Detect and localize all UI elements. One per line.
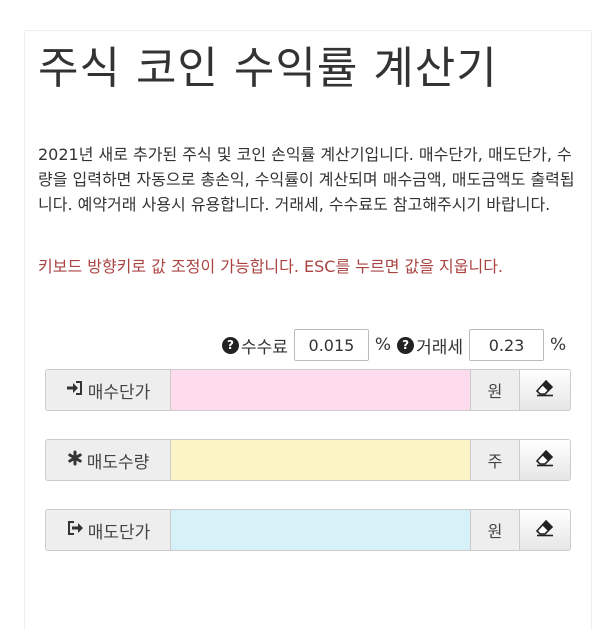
sell-quantity-input[interactable]	[170, 439, 471, 481]
sell-price-row: 매도단가 원	[45, 509, 571, 551]
page-title: 주식 코인 수익률 계산기	[38, 43, 498, 94]
question-circle-icon[interactable]: ?	[397, 336, 415, 354]
eraser-icon	[535, 379, 554, 401]
buy-price-addon: 매수단가	[45, 369, 170, 411]
sell-price-clear-button[interactable]	[520, 509, 571, 551]
sell-quantity-label: 매도수량	[86, 452, 150, 473]
page-description: 2021년 새로 추가된 주식 및 코인 손익률 계산기입니다. 매수단가, 매…	[38, 145, 575, 214]
sign-out-icon	[66, 520, 84, 540]
sell-price-input[interactable]	[170, 509, 471, 551]
eraser-icon	[535, 449, 554, 471]
sell-price-addon: 매도단가	[45, 509, 170, 551]
question-circle-icon[interactable]: ?	[222, 336, 239, 354]
tax-label: 거래세	[416, 337, 463, 358]
sell-price-unit: 원	[471, 509, 520, 551]
buy-price-label: 매수단가	[87, 382, 151, 403]
sell-quantity-addon: 매도수량	[45, 439, 170, 481]
buy-price-row: 매수단가 원	[45, 369, 571, 411]
commission-unit: %	[374, 335, 392, 355]
asterisk-icon	[67, 450, 83, 470]
fee-settings: ? 수수료 % ? 거래세 %	[222, 328, 572, 362]
sell-quantity-clear-button[interactable]	[520, 439, 571, 481]
sell-quantity-row: 매도수량 주	[45, 439, 571, 481]
commission-input[interactable]	[293, 329, 369, 361]
buy-price-unit: 원	[471, 369, 520, 411]
buy-price-clear-button[interactable]	[520, 369, 571, 411]
sell-price-label: 매도단가	[87, 522, 151, 543]
tax-input[interactable]	[469, 329, 544, 361]
keyboard-hint: 키보드 방향키로 값 조정이 가능합니다. ESC를 누르면 값을 지웁니다.	[38, 257, 504, 276]
tax-unit: %	[550, 335, 567, 355]
sign-in-icon	[66, 380, 84, 400]
eraser-icon	[535, 519, 554, 541]
buy-price-input[interactable]	[170, 369, 471, 411]
sell-quantity-unit: 주	[471, 439, 520, 481]
commission-label: 수수료	[241, 337, 288, 358]
